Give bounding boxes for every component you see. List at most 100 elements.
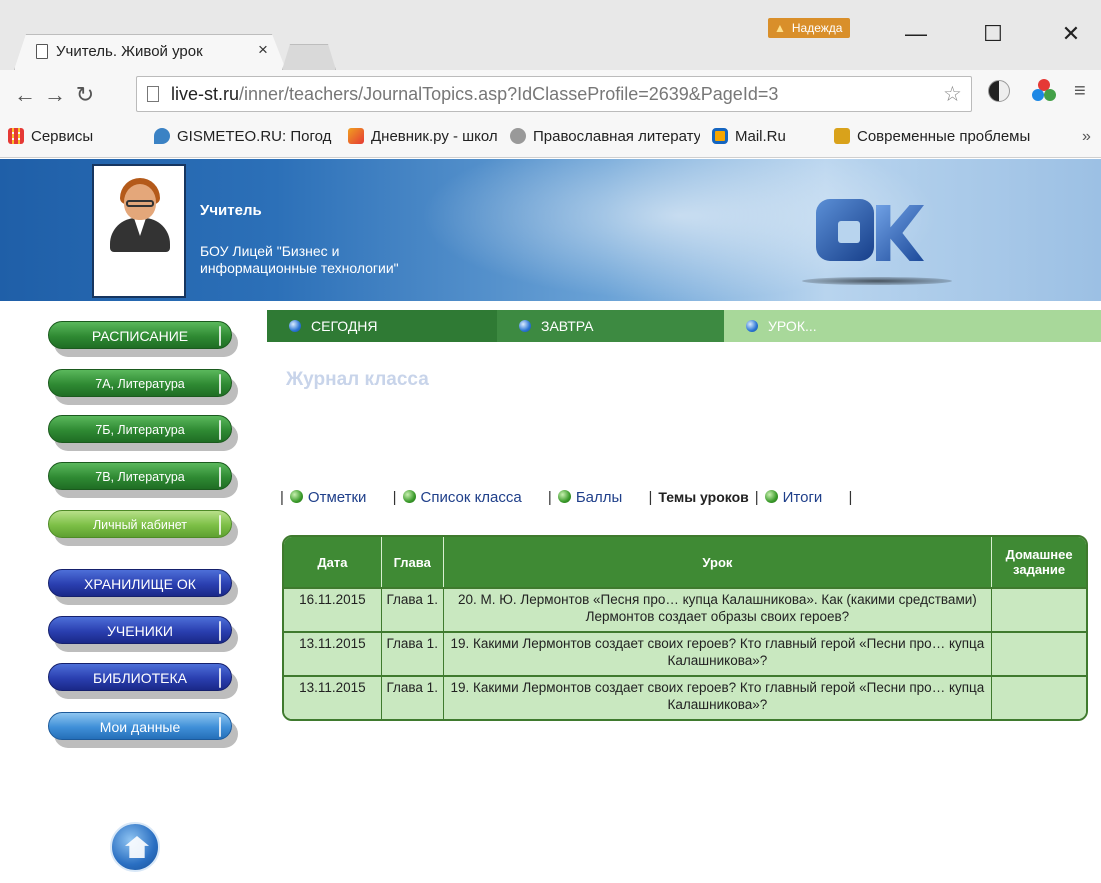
bookmark-services[interactable]: Сервисы xyxy=(8,128,133,145)
warning-icon: ▲ xyxy=(774,21,786,35)
library-icon xyxy=(510,128,526,144)
close-window-button[interactable]: ✕ xyxy=(1057,20,1085,48)
sidebar-item-schedule[interactable]: РАСПИСАНИЕ xyxy=(48,321,232,349)
bullet-icon xyxy=(764,490,778,503)
bullet-icon xyxy=(289,320,301,332)
back-arrow-icon[interactable]: ← xyxy=(14,82,36,108)
url-host: live-st.ru xyxy=(171,84,240,104)
cell-lesson[interactable]: 19. Какими Лермонтов создает своих герое… xyxy=(443,631,993,675)
tab-marks[interactable]: Отметки xyxy=(289,489,367,506)
cell-homework[interactable] xyxy=(992,631,1086,675)
contrast-extension-icon[interactable] xyxy=(988,80,1010,102)
browser-menu-icon[interactable]: ≡ xyxy=(1074,80,1086,103)
sidebar-item-my-data[interactable]: Мои данные xyxy=(48,712,232,740)
nav-label: ЗАВТРА xyxy=(541,318,594,334)
bullet-icon xyxy=(519,320,531,332)
table-row[interactable]: 13.11.2015 Глава 1. 19. Какими Лермонтов… xyxy=(284,631,1086,675)
column-header-homework[interactable]: Домашнее задание xyxy=(992,537,1086,587)
bookmark-star-icon[interactable]: ☆ xyxy=(943,82,962,107)
sidebar-item-7v-literature[interactable]: 7В, Литература xyxy=(48,462,232,490)
teacher-photo xyxy=(92,164,186,298)
bullet-icon xyxy=(402,490,416,503)
bookmark-mailru[interactable]: Mail.Ru xyxy=(712,128,810,145)
bookmark-label: Современные проблемы xyxy=(857,128,1031,145)
page-content: Учитель БОУ Лицей "Бизнес и информационн… xyxy=(0,159,1101,883)
sidebar-item-7a-literature[interactable]: 7А, Литература xyxy=(48,369,232,397)
tab-label: Баллы xyxy=(575,489,623,506)
column-header-date[interactable]: Дата xyxy=(284,537,382,587)
bookmark-dnevnik[interactable]: Дневник.ру - школа xyxy=(348,128,498,145)
nav-lesson[interactable]: УРОК... xyxy=(724,310,1101,342)
table-row[interactable]: 13.11.2015 Глава 1. 19. Какими Лермонтов… xyxy=(284,675,1086,719)
tab-points[interactable]: Баллы xyxy=(557,489,623,506)
bookmark-gismeteo[interactable]: GISMETEO.RU: Погода xyxy=(154,128,332,145)
nav-tomorrow[interactable]: ЗАВТРА xyxy=(497,310,724,342)
separator: | xyxy=(754,489,759,506)
sidebar-item-library[interactable]: БИБЛИОТЕКА xyxy=(48,663,232,691)
address-toolbar: ← → ↻ live-st.ru/inner/teachers/JournalT… xyxy=(0,70,1101,118)
bookmark-orthodox[interactable]: Православная литература xyxy=(510,128,700,145)
browser-tab-content[interactable]: Учитель. Живой урок × xyxy=(14,34,286,70)
forward-arrow-icon[interactable]: → xyxy=(44,82,66,108)
apps-grid-icon xyxy=(8,128,24,144)
separator: | xyxy=(280,489,284,506)
tab-lesson-topics[interactable]: Темы уроков xyxy=(658,489,748,505)
minimize-button[interactable]: — xyxy=(902,20,930,48)
bookmark-sovrem[interactable]: Современные проблемы xyxy=(834,128,1046,145)
new-tab-button[interactable] xyxy=(282,44,336,70)
sidebar-item-students[interactable]: УЧЕНИКИ xyxy=(48,616,232,644)
tab-label: Список класса xyxy=(420,489,522,506)
tab-close-icon[interactable]: × xyxy=(258,40,268,60)
separator: | xyxy=(848,489,853,506)
browser-titlebar: Учитель. Живой урок × ▲ Надежда — ☐ ✕ xyxy=(0,0,1101,70)
cell-date: 13.11.2015 xyxy=(284,675,382,719)
cell-chapter: Глава 1. xyxy=(381,675,444,719)
profile-badge[interactable]: ▲ Надежда xyxy=(768,18,851,38)
dnevnik-icon xyxy=(348,128,364,144)
sidebar-item-7b-literature[interactable]: 7Б, Литература xyxy=(48,415,232,443)
bookmark-label: GISMETEO.RU: Погода xyxy=(177,128,332,145)
top-navigation: СЕГОДНЯ ЗАВТРА УРОК... xyxy=(267,310,1101,342)
color-extension-icon[interactable] xyxy=(1032,79,1056,103)
separator: | xyxy=(648,489,653,506)
bullet-icon xyxy=(289,490,303,503)
url-path: /inner/teachers/JournalTopics.asp?IdClas… xyxy=(239,84,779,104)
cell-homework[interactable] xyxy=(992,675,1086,719)
table-row[interactable]: 16.11.2015 Глава 1. 20. М. Ю. Лермонтов … xyxy=(284,587,1086,631)
cell-chapter: Глава 1. xyxy=(381,587,444,631)
ok-logo-icon xyxy=(802,195,952,285)
url-input[interactable]: live-st.ru/inner/teachers/JournalTopics.… xyxy=(136,76,972,112)
journal-tabs: | Отметки | Список класса | Баллы | Темы уро… xyxy=(280,489,858,506)
column-header-chapter[interactable]: Глава xyxy=(381,537,444,587)
home-icon[interactable] xyxy=(110,822,160,872)
tab-label: Итоги xyxy=(782,489,823,506)
bookmark-label: Дневник.ру - школа xyxy=(371,128,498,145)
cell-chapter: Глава 1. xyxy=(381,631,444,675)
nav-today[interactable]: СЕГОДНЯ xyxy=(267,310,497,342)
cell-homework[interactable] xyxy=(992,587,1086,631)
cell-lesson[interactable]: 20. М. Ю. Лермонтов «Песня про… купца Ка… xyxy=(443,587,993,631)
bookmark-label: Сервисы xyxy=(31,128,94,145)
mailru-icon xyxy=(712,128,728,144)
url-text[interactable]: live-st.ru/inner/teachers/JournalTopics.… xyxy=(171,84,778,105)
maximize-button[interactable]: ☐ xyxy=(979,20,1007,48)
sidebar-item-personal-cabinet[interactable]: Личный кабинет xyxy=(48,510,232,538)
tab-title: Учитель. Живой урок xyxy=(56,43,203,60)
nav-label: СЕГОДНЯ xyxy=(311,318,378,334)
nav-label: УРОК... xyxy=(768,318,817,334)
tab-class-list[interactable]: Список класса xyxy=(402,489,522,506)
site-header: Учитель БОУ Лицей "Бизнес и информационн… xyxy=(0,159,1101,301)
reload-icon[interactable]: ↻ xyxy=(74,82,96,108)
school-name: БОУ Лицей "Бизнес и информационные техно… xyxy=(200,243,399,276)
separator: | xyxy=(547,489,552,506)
more-bookmarks-chevron-icon[interactable]: » xyxy=(1082,128,1091,146)
column-header-lesson[interactable]: Урок xyxy=(443,537,993,587)
sidebar-item-storage[interactable]: ХРАНИЛИЩЕ ОК xyxy=(48,569,232,597)
tab-totals[interactable]: Итоги xyxy=(764,489,823,506)
page-title: Журнал класса xyxy=(286,369,429,390)
tab-label: Отметки xyxy=(307,489,367,506)
bookmark-label: Православная литература xyxy=(533,128,700,145)
bullet-icon xyxy=(557,490,571,503)
cell-lesson[interactable]: 19. Какими Лермонтов создает своих герое… xyxy=(443,675,993,719)
page-info-icon[interactable] xyxy=(147,86,159,102)
